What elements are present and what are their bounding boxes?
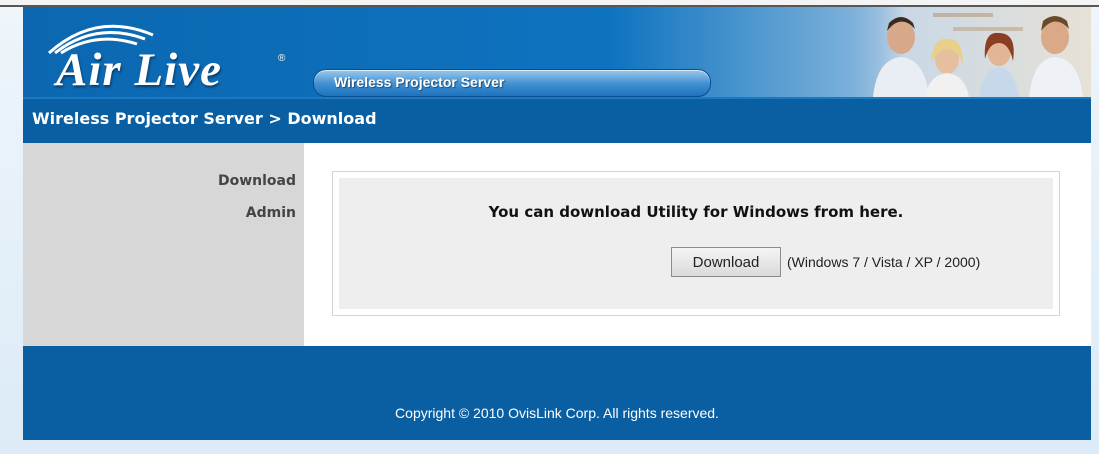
title-bar: Wireless Projector Server > Download bbox=[23, 97, 1091, 143]
product-banner-label: Wireless Projector Server bbox=[334, 74, 505, 90]
header-banner: Air Live ® Wireless Projector Server bbox=[23, 7, 1091, 97]
sidebar: Download Admin bbox=[23, 143, 304, 346]
page-container: Air Live ® Wireless Projector Server Wir… bbox=[23, 7, 1091, 440]
download-panel-body: You can download Utility for Windows fro… bbox=[339, 178, 1053, 309]
download-message: You can download Utility for Windows fro… bbox=[488, 203, 904, 221]
airlive-logo: Air Live bbox=[56, 44, 222, 96]
download-button[interactable]: Download bbox=[671, 247, 781, 277]
team-photo-icon bbox=[843, 7, 1091, 97]
breadcrumb: Wireless Projector Server > Download bbox=[32, 109, 377, 128]
registered-mark: ® bbox=[278, 53, 286, 64]
main-content: You can download Utility for Windows fro… bbox=[304, 143, 1091, 346]
page-frame: Air Live ® Wireless Projector Server Wir… bbox=[0, 7, 1099, 454]
sidebar-item-admin[interactable]: Admin bbox=[246, 205, 296, 221]
os-support-note: (Windows 7 / Vista / XP / 2000) bbox=[787, 254, 981, 270]
sidebar-item-download[interactable]: Download bbox=[218, 173, 296, 189]
download-panel: You can download Utility for Windows fro… bbox=[332, 171, 1060, 316]
copyright-text: Copyright © 2010 OvisLink Corp. All righ… bbox=[395, 405, 719, 421]
top-divider bbox=[0, 0, 1099, 7]
footer: Copyright © 2010 OvisLink Corp. All righ… bbox=[23, 346, 1091, 440]
